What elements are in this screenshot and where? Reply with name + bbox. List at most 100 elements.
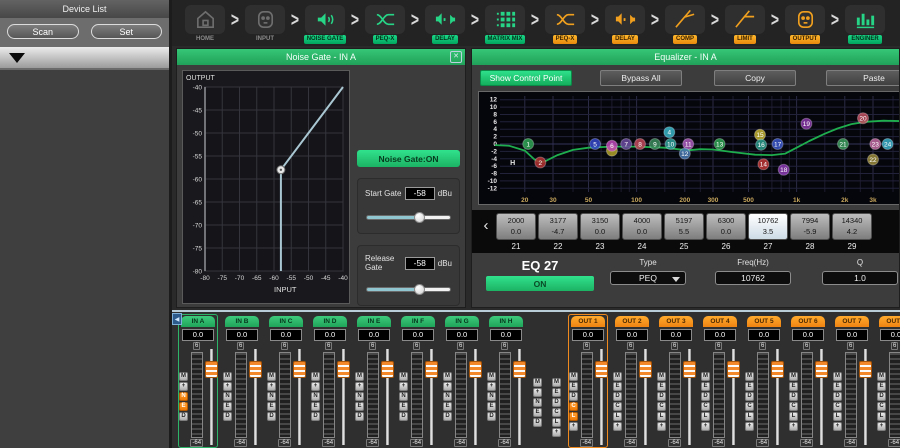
channel-gain-value[interactable]: 0.0: [182, 329, 214, 341]
in-g-button-n[interactable]: N: [443, 392, 452, 401]
eq-point-21[interactable]: 21: [838, 139, 849, 150]
in-g-button-plus[interactable]: +: [443, 382, 452, 391]
fader-track[interactable]: [727, 349, 739, 448]
out-5-button-d[interactable]: D: [745, 392, 754, 401]
eq-point-23[interactable]: 23: [870, 139, 881, 150]
copy-button[interactable]: Copy: [714, 70, 796, 86]
channel-strip-out-3[interactable]: OUT 30.0MEDCL+6-64: [656, 314, 696, 448]
link-in-button-d[interactable]: D: [533, 418, 542, 427]
in-a-button-n[interactable]: N: [179, 392, 188, 401]
fader-track[interactable]: [595, 349, 607, 448]
channel-strip-out-7[interactable]: OUT 70.0MEDCL+6-64: [832, 314, 872, 448]
channel-gain-value[interactable]: 0.0: [660, 329, 692, 341]
in-b-button-n[interactable]: N: [223, 392, 232, 401]
fader-handle[interactable]: [293, 361, 306, 378]
link-in-button-m[interactable]: M: [533, 378, 542, 387]
eq-point-6[interactable]: 6: [606, 140, 617, 151]
eq-point-10[interactable]: 10: [665, 139, 676, 150]
in-e-button-m[interactable]: M: [355, 372, 364, 381]
eq-point-22[interactable]: 22: [868, 154, 879, 165]
channel-gain-value[interactable]: 0.0: [880, 329, 900, 341]
in-c-button-plus[interactable]: +: [267, 382, 276, 391]
out-1-button-d[interactable]: D: [569, 392, 578, 401]
fader-track[interactable]: [293, 349, 305, 448]
out-4-button-m[interactable]: M: [701, 372, 710, 381]
out-3-button-l[interactable]: L: [657, 412, 666, 421]
out-8-button-l[interactable]: L: [877, 412, 886, 421]
out-6-button-e[interactable]: E: [789, 382, 798, 391]
link-in-button-plus[interactable]: +: [533, 388, 542, 397]
out-5-button-m[interactable]: M: [745, 372, 754, 381]
out-1-button-plus[interactable]: +: [569, 422, 578, 431]
in-f-button-e[interactable]: E: [399, 402, 408, 411]
band-cell-25[interactable]: 51975.525: [664, 213, 704, 251]
fader-handle[interactable]: [205, 361, 218, 378]
out-4-button-c[interactable]: C: [701, 402, 710, 411]
fader-track[interactable]: [337, 349, 349, 448]
channel-strip-in-e[interactable]: IN E0.0M+NED6-64: [354, 314, 394, 448]
out-7-button-c[interactable]: C: [833, 402, 842, 411]
toolbar-item-peq-x[interactable]: PEQ-X: [362, 5, 408, 44]
in-e-button-plus[interactable]: +: [355, 382, 364, 391]
fader-handle[interactable]: [815, 361, 828, 378]
out-1-button-c[interactable]: C: [569, 402, 578, 411]
band-cell-29[interactable]: 143404.229: [832, 213, 872, 251]
link-out-button-plus[interactable]: +: [552, 428, 561, 437]
in-e-button-d[interactable]: D: [355, 412, 364, 421]
in-e-button-n[interactable]: N: [355, 392, 364, 401]
out-2-button-d[interactable]: D: [613, 392, 622, 401]
eq-point-12[interactable]: 12: [679, 148, 690, 159]
in-f-button-m[interactable]: M: [399, 372, 408, 381]
in-a-button-plus[interactable]: +: [179, 382, 188, 391]
scan-button[interactable]: Scan: [7, 24, 79, 39]
toolbar-item-input[interactable]: INPUT: [242, 5, 288, 44]
channel-gain-value[interactable]: 0.0: [270, 329, 302, 341]
channel-gain-value[interactable]: 0.0: [490, 329, 522, 341]
eq-point-7[interactable]: 7: [621, 139, 632, 150]
in-a-button-d[interactable]: D: [179, 412, 188, 421]
band-cell-28[interactable]: 7994-5.928: [790, 213, 830, 251]
in-b-button-e[interactable]: E: [223, 402, 232, 411]
fader-handle[interactable]: [771, 361, 784, 378]
out-8-button-m[interactable]: M: [877, 372, 886, 381]
channel-gain-value[interactable]: 0.0: [572, 329, 604, 341]
in-f-button-d[interactable]: D: [399, 412, 408, 421]
link-in-button-n[interactable]: N: [533, 398, 542, 407]
in-b-button-plus[interactable]: +: [223, 382, 232, 391]
in-f-button-plus[interactable]: +: [399, 382, 408, 391]
fader-track[interactable]: [425, 349, 437, 448]
toolbar-item-peq-x[interactable]: PEQ-X: [542, 5, 588, 44]
channel-strip-out-4[interactable]: OUT 40.0MEDCL+6-64: [700, 314, 740, 448]
eq-point-14[interactable]: 14: [758, 159, 769, 170]
in-h-button-e[interactable]: E: [487, 402, 496, 411]
in-c-button-n[interactable]: N: [267, 392, 276, 401]
noise-gate-power-button[interactable]: Noise Gate:ON: [357, 150, 460, 167]
out-6-button-plus[interactable]: +: [789, 422, 798, 431]
band-cell-21[interactable]: 20000.021: [496, 213, 536, 251]
out-2-button-e[interactable]: E: [613, 382, 622, 391]
in-c-button-m[interactable]: M: [267, 372, 276, 381]
out-6-button-m[interactable]: M: [789, 372, 798, 381]
band-cell-24[interactable]: 40000.024: [622, 213, 662, 251]
channel-strip-out-1[interactable]: OUT 10.0MEDCL+6-64: [568, 314, 608, 448]
fader-track[interactable]: [249, 349, 261, 448]
start-gate-slider-thumb[interactable]: [414, 212, 425, 223]
eq-point-24[interactable]: 24: [882, 139, 893, 150]
release-gate-slider[interactable]: [366, 284, 451, 295]
fader-handle[interactable]: [513, 361, 526, 378]
in-d-button-plus[interactable]: +: [311, 382, 320, 391]
fader-track[interactable]: [859, 349, 871, 448]
toolbar-item-comp[interactable]: COMP: [662, 5, 708, 44]
out-3-button-e[interactable]: E: [657, 382, 666, 391]
link-out-button-l[interactable]: L: [552, 418, 561, 427]
eq-point-8[interactable]: 8: [635, 139, 646, 150]
out-1-button-l[interactable]: L: [569, 412, 578, 421]
in-h-button-m[interactable]: M: [487, 372, 496, 381]
fader-handle[interactable]: [469, 361, 482, 378]
out-4-button-plus[interactable]: +: [701, 422, 710, 431]
fader-track[interactable]: [513, 349, 525, 448]
out-2-button-plus[interactable]: +: [613, 422, 622, 431]
channel-gain-value[interactable]: 0.0: [358, 329, 390, 341]
out-5-button-c[interactable]: C: [745, 402, 754, 411]
channel-strip-out-2[interactable]: OUT 20.0MEDCL+6-64: [612, 314, 652, 448]
